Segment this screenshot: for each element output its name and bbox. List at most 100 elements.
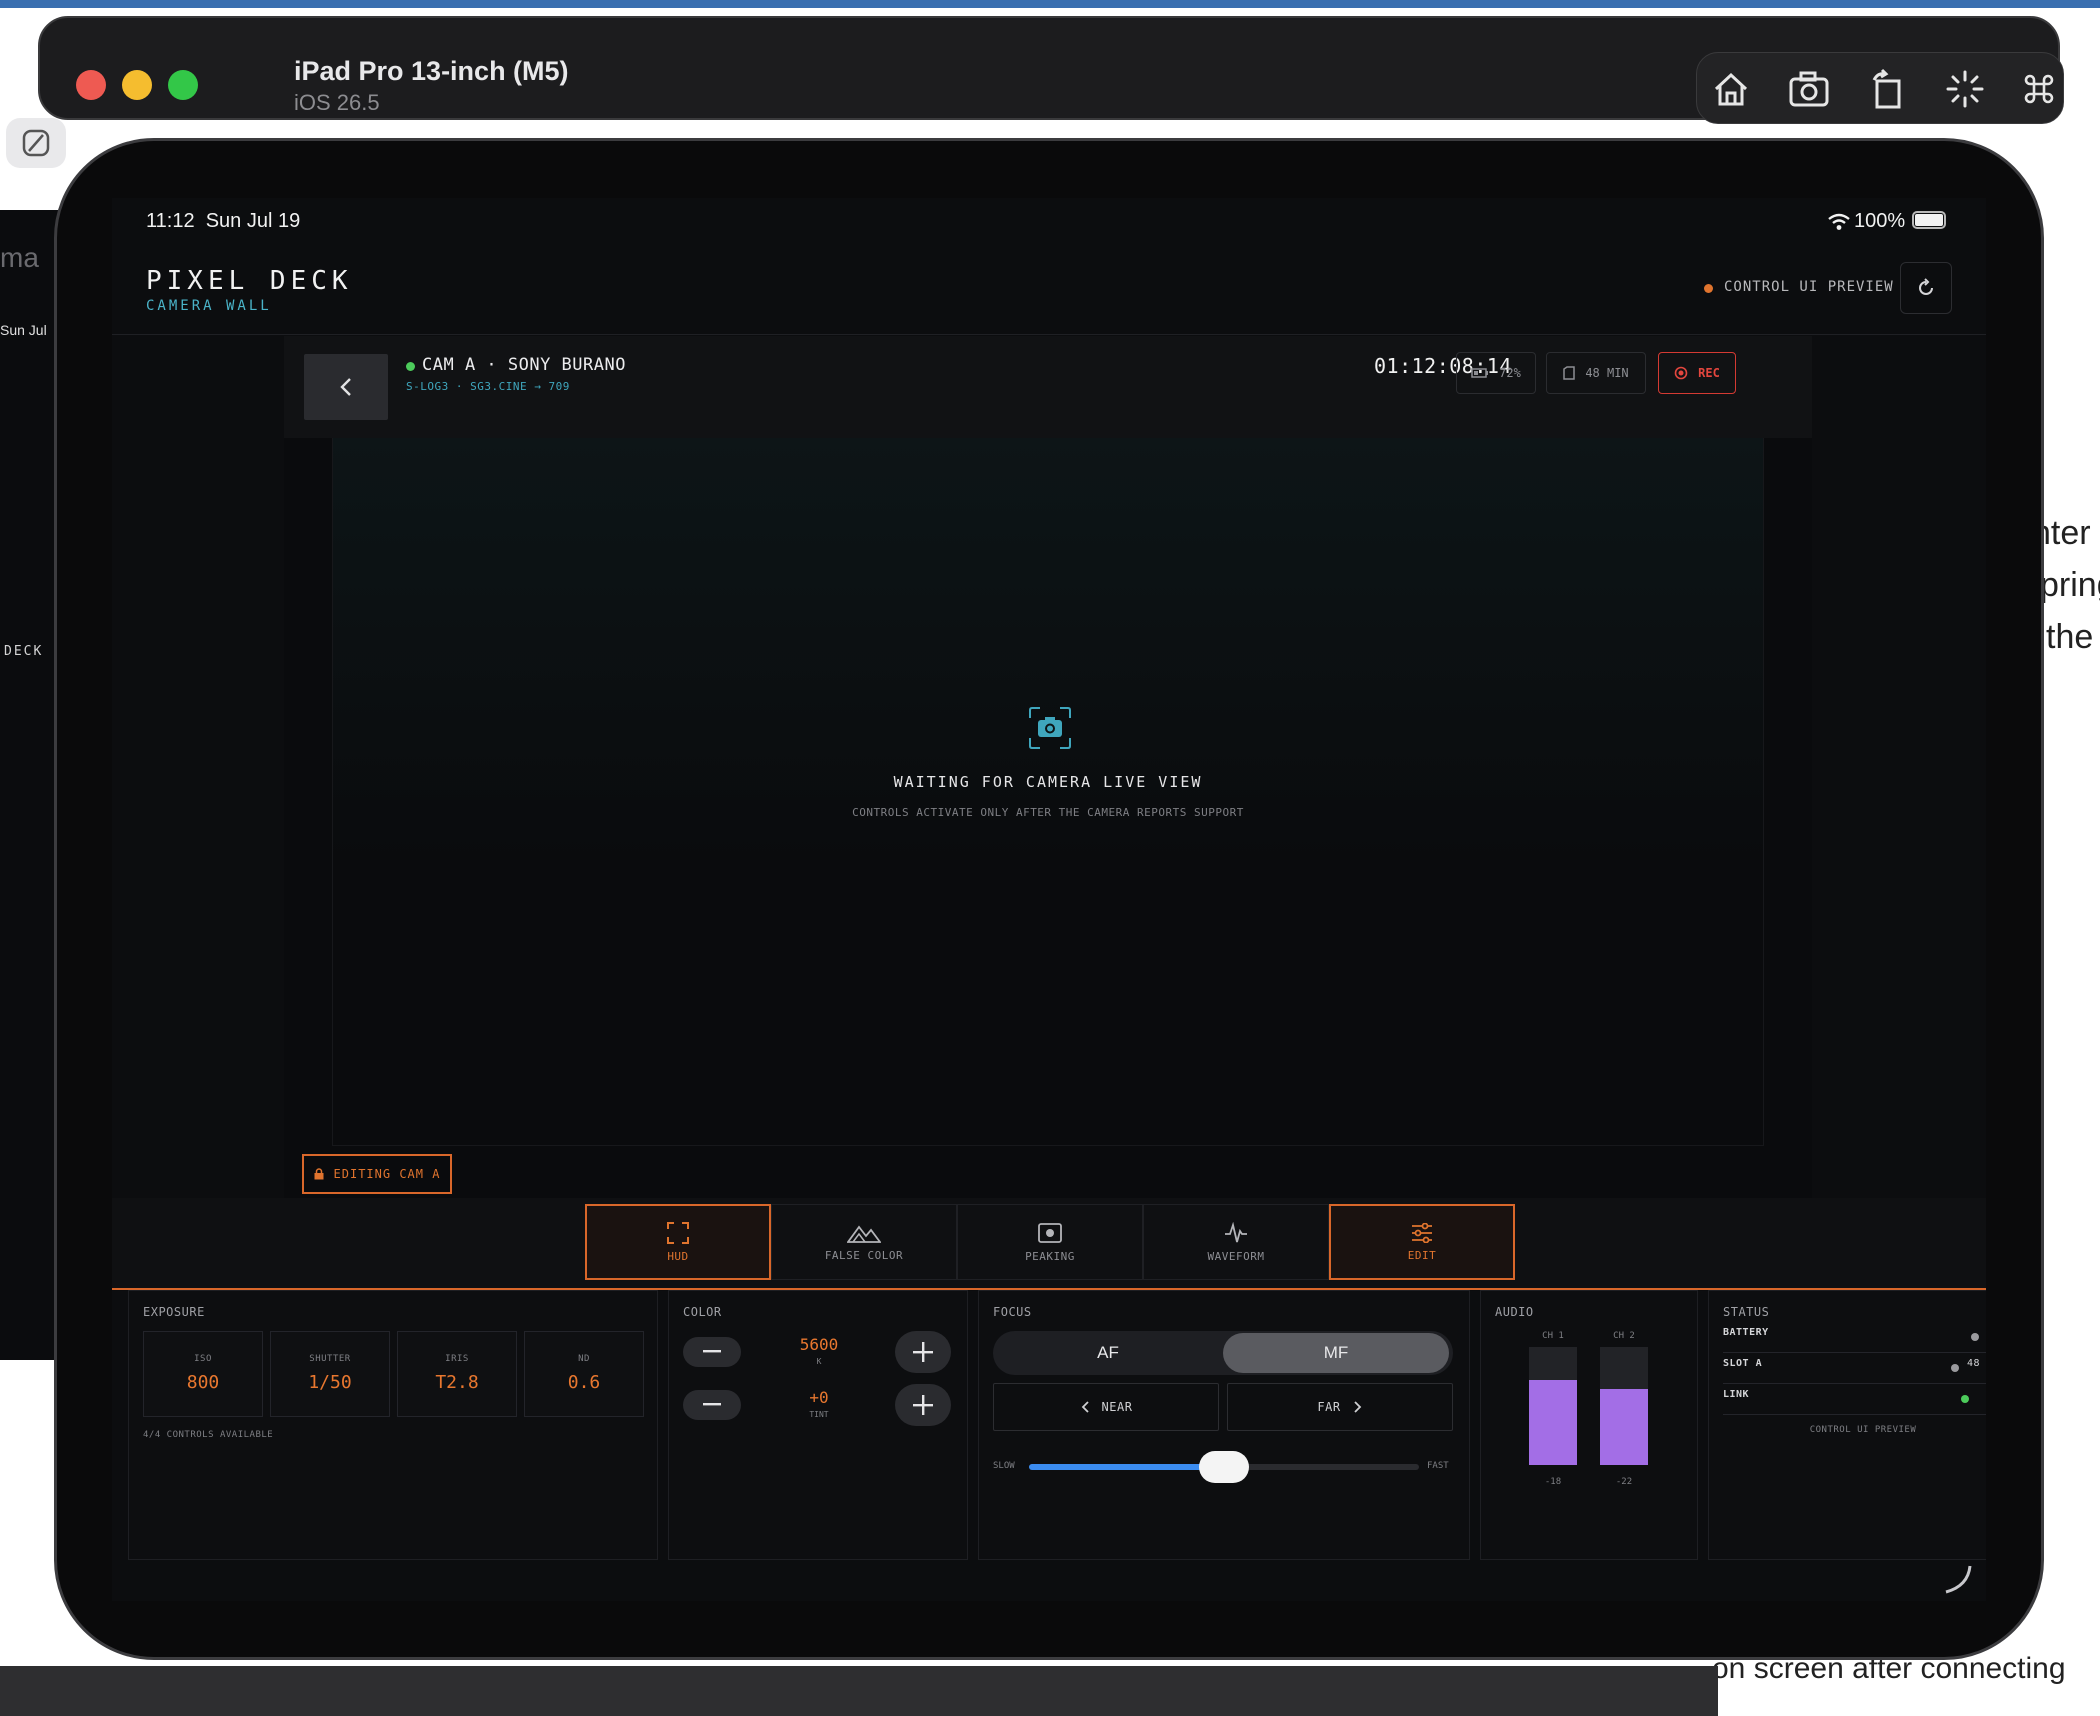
minimize-window-button[interactable] (122, 70, 152, 100)
shutter-control[interactable]: SHUTTER 1/50 (270, 1331, 390, 1417)
camera-battery-value: 72% (1499, 366, 1521, 380)
exposure-title: EXPOSURE (143, 1305, 205, 1319)
minus-icon (703, 1350, 721, 1353)
bg-fragment: the (2046, 618, 2094, 656)
app-subtitle: CAMERA WALL (146, 298, 272, 314)
media-remaining-pill: 48 MIN (1546, 352, 1646, 394)
zoom-window-button[interactable] (168, 70, 198, 100)
ipad-screen: 11:12 Sun Jul 19 100% PIXEL DECK CAMERA … (112, 198, 1986, 1601)
slow-label: SLOW (993, 1461, 1015, 1471)
camera-profile: S-LOG3 · SG3.CINE → 709 (406, 380, 570, 393)
home-icon[interactable] (1707, 65, 1755, 113)
close-window-button[interactable] (76, 70, 106, 100)
preview-label: CONTROL UI PREVIEW (1724, 279, 1894, 295)
sd-card-icon (1563, 366, 1576, 380)
minus-icon (703, 1403, 721, 1406)
kelvin-value: 5600 (799, 1335, 839, 1354)
iso-control[interactable]: ISO 800 (143, 1331, 263, 1417)
status-row-battery: BATTERY (1723, 1327, 1986, 1353)
rotate-icon[interactable] (1863, 65, 1911, 113)
refresh-icon (1919, 278, 1933, 295)
status-row-slot-a: SLOT A 48 (1723, 1358, 1986, 1384)
camera-monitor: CAM A · SONY BURANO S-LOG3 · SG3.CINE → … (284, 336, 1812, 1198)
focus-panel: FOCUS AF MF NEAR FAR SLOW FAST (978, 1290, 1470, 1560)
kelvin-decrease-button[interactable] (683, 1337, 741, 1367)
tools-bar: HUD FALSE COLOR PEAKING WAVEFORM EDIT (112, 1198, 1986, 1288)
tool-label: PEAKING (1025, 1249, 1075, 1263)
editing-badge-label: EDITING CAM A (333, 1167, 441, 1181)
status-panel: STATUS BATTERY SLOT A 48 LINK CONTROL UI… (1708, 1290, 1986, 1560)
focus-speed-fill (1029, 1464, 1224, 1470)
color-panel: COLOR 5600 K +0 TINT (668, 1290, 968, 1560)
back-button[interactable] (304, 354, 388, 420)
controls-available: 4/4 CONTROLS AVAILABLE (143, 1430, 274, 1440)
status-date: Sun Jul 19 (205, 210, 301, 232)
iris-control[interactable]: IRIS T2.8 (397, 1331, 517, 1417)
live-view-area (332, 438, 1764, 1146)
control-label: ISO (194, 1354, 212, 1364)
kelvin-unit: K (816, 1357, 822, 1366)
mf-button[interactable]: MF (1223, 1333, 1449, 1373)
resize-handle-icon[interactable] (1934, 1562, 1974, 1598)
control-value: 0.6 (567, 1372, 601, 1393)
control-value: 800 (186, 1372, 220, 1393)
nd-control[interactable]: ND 0.6 (524, 1331, 644, 1417)
live-view-subtitle: CONTROLS ACTIVATE ONLY AFTER THE CAMERA … (852, 806, 1244, 819)
tool-false-color[interactable]: FALSE COLOR (771, 1204, 957, 1280)
focus-speed-track[interactable] (1029, 1451, 1419, 1483)
status-row-label: LINK (1723, 1389, 1750, 1400)
chevron-right-icon (1353, 1401, 1361, 1413)
app-title: PIXEL DECK (146, 266, 353, 296)
channel-label: CH 2 (1613, 1331, 1635, 1341)
ios-status-bar: 11:12 Sun Jul 19 100% (112, 198, 1986, 248)
tool-label: HUD (667, 1249, 689, 1263)
background-window-left: ma Sun Jul DECK (0, 210, 60, 1360)
focus-near-button[interactable]: NEAR (993, 1383, 1219, 1431)
tint-decrease-button[interactable] (683, 1390, 741, 1420)
refresh-button[interactable] (1900, 262, 1952, 314)
tint-increase-button[interactable] (895, 1384, 951, 1426)
bg-fragment: pring (2040, 566, 2100, 604)
kelvin-increase-button[interactable] (895, 1331, 951, 1373)
tool-label: FALSE COLOR (824, 1248, 904, 1262)
channel-level: -18 (1544, 1477, 1562, 1487)
screenshot-icon[interactable] (1785, 65, 1833, 113)
control-label: SHUTTER (309, 1354, 351, 1364)
far-label: FAR (1317, 1400, 1341, 1414)
tool-edit[interactable]: EDIT (1329, 1204, 1515, 1280)
af-button[interactable]: AF (993, 1331, 1223, 1375)
status-clock: 11:12 Sun Jul 19 (146, 210, 300, 233)
status-row-label: BATTERY (1723, 1327, 1769, 1338)
camera-status-dot (406, 362, 415, 371)
lock-icon (314, 1168, 324, 1180)
status-row-link: LINK (1723, 1389, 1986, 1415)
bg-fragment: Sun Jul (0, 322, 47, 338)
chevron-left-icon (1081, 1401, 1089, 1413)
audio-title: AUDIO (1495, 1305, 1534, 1319)
bg-fragment: ma (0, 242, 39, 273)
wifi-icon (1828, 213, 1850, 230)
shake-icon[interactable] (1941, 65, 1989, 113)
battery-percent: 100% (1854, 210, 1906, 232)
peaking-icon (1038, 1222, 1062, 1243)
record-button[interactable]: REC (1658, 352, 1736, 394)
tool-waveform[interactable]: WAVEFORM (1143, 1204, 1329, 1280)
desktop-top-strip (0, 0, 2100, 8)
tool-label: WAVEFORM (1207, 1249, 1265, 1263)
tool-peaking[interactable]: PEAKING (957, 1204, 1143, 1280)
battery-icon (1912, 211, 1946, 229)
focus-far-button[interactable]: FAR (1227, 1383, 1453, 1431)
simulator-os-version: iOS 26.5 (294, 90, 380, 115)
sidebar-toggle-icon[interactable] (6, 118, 66, 168)
near-label: NEAR (1101, 1400, 1133, 1414)
exposure-panel: EXPOSURE ISO 800 SHUTTER 1/50 IRIS T2.8 … (128, 1290, 658, 1560)
editing-badge[interactable]: EDITING CAM A (302, 1154, 452, 1194)
tool-hud[interactable]: HUD (585, 1204, 771, 1280)
media-remaining-value: 48 MIN (1585, 366, 1629, 380)
focus-speed-knob[interactable] (1199, 1451, 1249, 1483)
record-label: REC (1698, 366, 1720, 380)
audio-panel: AUDIO CH 1 -18 CH 2 -22 (1480, 1290, 1698, 1560)
keyboard-command-icon[interactable] (2015, 65, 2063, 113)
fast-label: FAST (1427, 1461, 1449, 1471)
focus-title: FOCUS (993, 1305, 1032, 1319)
